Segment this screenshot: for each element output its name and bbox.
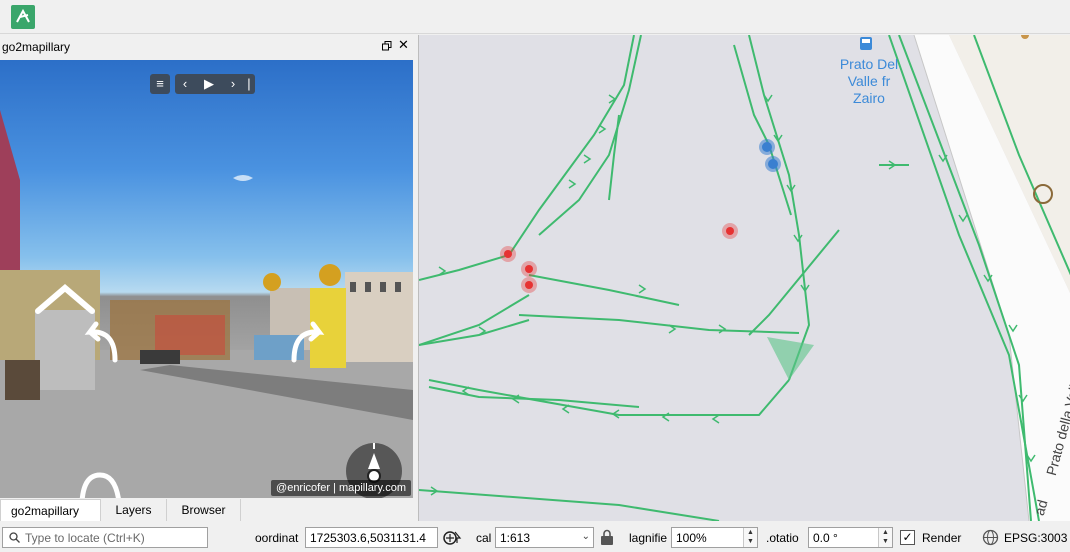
search-icon (9, 532, 20, 543)
render-label: Render (922, 531, 962, 545)
render-checkbox[interactable]: ✓ (900, 530, 915, 545)
play-button[interactable]: ▶ (199, 74, 219, 94)
scale-dropdown[interactable]: 1:613 ⌄ (495, 527, 594, 548)
go2mapillary-tool-button[interactable] (11, 5, 35, 29)
locate-input[interactable] (25, 530, 205, 545)
mouse-coordinate-icon[interactable] (442, 529, 462, 547)
close-panel-icon[interactable]: ✕ (398, 38, 409, 52)
tab-browser[interactable]: Browser (167, 499, 241, 521)
view-direction-cone (767, 337, 814, 380)
globe-icon[interactable] (982, 529, 999, 546)
chevron-down-icon: ⌄ (581, 531, 590, 542)
street-scene-image (0, 110, 413, 498)
scale-label: cal (476, 531, 492, 545)
tab-layers[interactable]: Layers (101, 499, 167, 521)
magnifier-field[interactable]: 100% ▲ ▼ (671, 527, 758, 548)
rotation-label: .otatio (766, 531, 799, 545)
float-panel-icon[interactable] (382, 41, 392, 51)
coordinate-field[interactable]: 1725303.6,5031131.4 (305, 527, 438, 548)
viewer-attribution[interactable]: @enricofer | mapillary.com (271, 480, 411, 496)
previous-button[interactable]: ‹ (175, 74, 195, 94)
stop-button[interactable]: | (239, 74, 259, 94)
poi-label: Prato Del Valle fr Zairo (839, 56, 899, 106)
viewer-sequence-controls: ‹ ▶ › | (175, 74, 255, 94)
image-markers (500, 139, 781, 293)
locator-bar[interactable] (2, 527, 208, 548)
mapillary-icon (16, 8, 30, 23)
toolbar (0, 0, 1070, 34)
rotation-spinner[interactable]: ▲ ▼ (878, 528, 892, 547)
status-bar: oordinat 1725303.6,5031131.4 cal 1:613 ⌄… (0, 523, 1070, 552)
magnifier-value: 100% (676, 531, 707, 545)
viewer-navigation: ≡ ‹ ▶ › | (150, 74, 255, 94)
map-canvas[interactable]: Prato Del Valle fr Zairo Prato della Val… (418, 35, 1070, 521)
viewer-menu-button[interactable]: ≡ (150, 74, 170, 94)
panel-title: go2mapillary (2, 40, 71, 54)
rotation-field[interactable]: 0.0 ° ▲ ▼ (808, 527, 893, 548)
go2mapillary-panel: go2mapillary ✕ ≡ ‹ ▶ › | @enricofer | ma… (0, 35, 415, 523)
panel-title-bar: go2mapillary ✕ (0, 35, 415, 59)
bus-stop-icon (860, 37, 872, 50)
magnifier-spinner[interactable]: ▲ ▼ (743, 528, 757, 547)
lock-icon[interactable] (599, 529, 615, 546)
magnifier-label: lagnifie (629, 531, 668, 545)
crs-label[interactable]: EPSG:3003 (1004, 531, 1067, 545)
scale-value: 1:613 (500, 531, 531, 545)
coordinate-label: oordinat (255, 531, 299, 545)
rotation-value: 0.0 ° (813, 531, 838, 545)
panel-tabs: go2mapillary Layers Browser (0, 499, 241, 521)
street-view-viewer[interactable]: ≡ ‹ ▶ › | @enricofer | mapillary.com (0, 60, 413, 498)
tab-go2mapillary[interactable]: go2mapillary (0, 499, 101, 521)
map-layer (419, 35, 1070, 521)
